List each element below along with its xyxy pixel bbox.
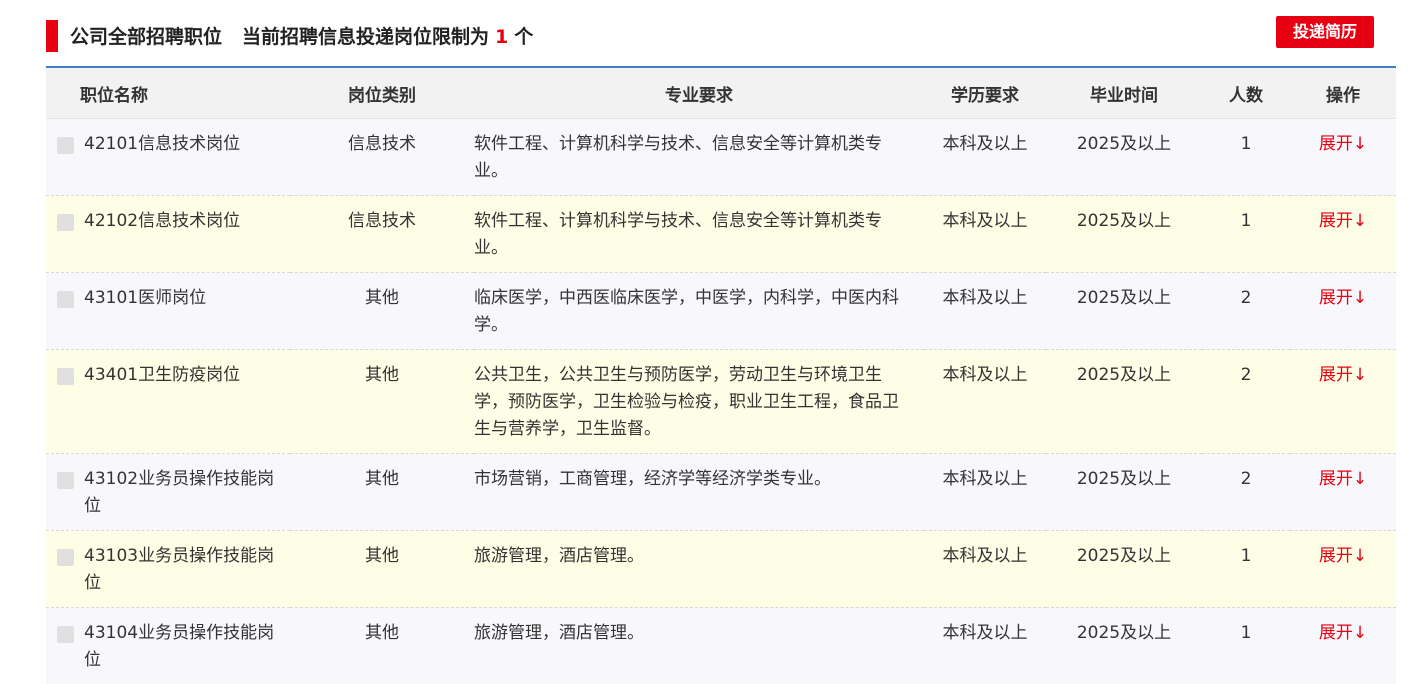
expand-link[interactable]: 展开↓ [1319, 623, 1367, 643]
column-header-category: 岗位类别 [290, 68, 474, 119]
job-category: 其他 [290, 530, 474, 608]
job-name-cell: 43102业务员操作技能岗位 [46, 453, 290, 531]
job-name: 43102业务员操作技能岗位 [84, 469, 275, 516]
headcount: 2 [1202, 453, 1290, 531]
action-cell: 展开↓ [1290, 607, 1396, 684]
major-requirement: 软件工程、计算机科学与技术、信息安全等计算机类专业。 [474, 118, 924, 196]
row-checkbox[interactable] [57, 549, 74, 566]
limit-suffix: 个 [514, 26, 534, 48]
headcount: 2 [1202, 272, 1290, 350]
action-cell: 展开↓ [1290, 272, 1396, 350]
expand-link[interactable]: 展开↓ [1319, 365, 1367, 385]
education-requirement: 本科及以上 [924, 607, 1046, 684]
action-cell: 展开↓ [1290, 118, 1396, 196]
headcount: 1 [1202, 607, 1290, 684]
section-header: 公司全部招聘职位 当前招聘信息投递岗位限制为 1 个 投递简历 [46, 16, 1396, 68]
graduation-time: 2025及以上 [1046, 195, 1202, 273]
job-name: 43101医师岗位 [84, 288, 207, 308]
row-checkbox[interactable] [57, 291, 74, 308]
job-name: 43103业务员操作技能岗位 [84, 546, 275, 593]
column-header-name: 职位名称 [46, 68, 290, 119]
row-checkbox[interactable] [57, 368, 74, 385]
job-name-cell: 42101信息技术岗位 [46, 118, 290, 196]
row-checkbox[interactable] [57, 472, 74, 489]
limit-prefix: 当前招聘信息投递岗位限制为 [242, 26, 490, 48]
header-accent-bar [46, 20, 58, 52]
expand-link[interactable]: 展开↓ [1319, 211, 1367, 231]
headcount: 1 [1202, 530, 1290, 608]
action-cell: 展开↓ [1290, 195, 1396, 273]
job-category: 其他 [290, 453, 474, 531]
action-cell: 展开↓ [1290, 453, 1396, 531]
expand-link[interactable]: 展开↓ [1319, 546, 1367, 566]
column-header-count: 人数 [1202, 68, 1290, 119]
major-requirement: 公共卫生，公共卫生与预防医学，劳动卫生与环境卫生学，预防医学，卫生检验与检疫，职… [474, 349, 924, 454]
table-row: 42102信息技术岗位 信息技术 软件工程、计算机科学与技术、信息安全等计算机类… [46, 195, 1396, 273]
job-name: 42102信息技术岗位 [84, 211, 241, 231]
expand-link[interactable]: 展开↓ [1319, 469, 1367, 489]
education-requirement: 本科及以上 [924, 195, 1046, 273]
title-text: 公司全部招聘职位 [70, 26, 223, 48]
job-category: 其他 [290, 272, 474, 350]
education-requirement: 本科及以上 [924, 349, 1046, 454]
job-name-cell: 42102信息技术岗位 [46, 195, 290, 273]
major-requirement: 市场营销，工商管理，经济学等经济学类专业。 [474, 453, 924, 531]
row-checkbox[interactable] [57, 214, 74, 231]
table-row: 42101信息技术岗位 信息技术 软件工程、计算机科学与技术、信息安全等计算机类… [46, 118, 1396, 196]
table-row: 43401卫生防疫岗位 其他 公共卫生，公共卫生与预防医学，劳动卫生与环境卫生学… [46, 349, 1396, 454]
table-row: 43102业务员操作技能岗位 其他 市场营销，工商管理，经济学等经济学类专业。 … [46, 453, 1396, 531]
education-requirement: 本科及以上 [924, 118, 1046, 196]
job-category: 信息技术 [290, 118, 474, 196]
education-requirement: 本科及以上 [924, 453, 1046, 531]
expand-link[interactable]: 展开↓ [1319, 134, 1367, 154]
graduation-time: 2025及以上 [1046, 118, 1202, 196]
education-requirement: 本科及以上 [924, 530, 1046, 608]
table-row: 43101医师岗位 其他 临床医学，中西医临床医学，中医学，内科学，中医内科学。… [46, 272, 1396, 350]
expand-link[interactable]: 展开↓ [1319, 288, 1367, 308]
table-row: 43103业务员操作技能岗位 其他 旅游管理，酒店管理。 本科及以上 2025及… [46, 530, 1396, 608]
table-row: 43104业务员操作技能岗位 其他 旅游管理，酒店管理。 本科及以上 2025及… [46, 607, 1396, 684]
job-name-cell: 43104业务员操作技能岗位 [46, 607, 290, 684]
major-requirement: 临床医学，中西医临床医学，中医学，内科学，中医内科学。 [474, 272, 924, 350]
row-checkbox[interactable] [57, 626, 74, 643]
headcount: 2 [1202, 349, 1290, 454]
graduation-time: 2025及以上 [1046, 349, 1202, 454]
graduation-time: 2025及以上 [1046, 607, 1202, 684]
headcount: 1 [1202, 195, 1290, 273]
headcount: 1 [1202, 118, 1290, 196]
section-title: 公司全部招聘职位 当前招聘信息投递岗位限制为 1 个 [70, 22, 533, 49]
action-cell: 展开↓ [1290, 530, 1396, 608]
major-requirement: 软件工程、计算机科学与技术、信息安全等计算机类专业。 [474, 195, 924, 273]
job-name: 43401卫生防疫岗位 [84, 365, 241, 385]
job-name: 43104业务员操作技能岗位 [84, 623, 275, 670]
job-list-page: 公司全部招聘职位 当前招聘信息投递岗位限制为 1 个 投递简历 职位名称 岗位类别 专… [0, 0, 1428, 684]
job-category: 信息技术 [290, 195, 474, 273]
major-requirement: 旅游管理，酒店管理。 [474, 607, 924, 684]
graduation-time: 2025及以上 [1046, 530, 1202, 608]
job-name-cell: 43401卫生防疫岗位 [46, 349, 290, 454]
column-header-action: 操作 [1290, 68, 1396, 119]
major-requirement: 旅游管理，酒店管理。 [474, 530, 924, 608]
job-table: 职位名称 岗位类别 专业要求 学历要求 毕业时间 人数 操作 42101信息技术… [46, 68, 1396, 684]
limit-count: 1 [495, 26, 509, 48]
job-category: 其他 [290, 349, 474, 454]
column-header-major: 专业要求 [474, 68, 924, 119]
job-name-cell: 43101医师岗位 [46, 272, 290, 350]
column-header-education: 学历要求 [924, 68, 1046, 119]
job-category: 其他 [290, 607, 474, 684]
table-header-row: 职位名称 岗位类别 专业要求 学历要求 毕业时间 人数 操作 [46, 68, 1396, 119]
graduation-time: 2025及以上 [1046, 272, 1202, 350]
education-requirement: 本科及以上 [924, 272, 1046, 350]
submit-resume-button[interactable]: 投递简历 [1276, 16, 1374, 48]
graduation-time: 2025及以上 [1046, 453, 1202, 531]
job-name: 42101信息技术岗位 [84, 134, 241, 154]
row-checkbox[interactable] [57, 137, 74, 154]
job-name-cell: 43103业务员操作技能岗位 [46, 530, 290, 608]
column-header-graduation: 毕业时间 [1046, 68, 1202, 119]
action-cell: 展开↓ [1290, 349, 1396, 454]
